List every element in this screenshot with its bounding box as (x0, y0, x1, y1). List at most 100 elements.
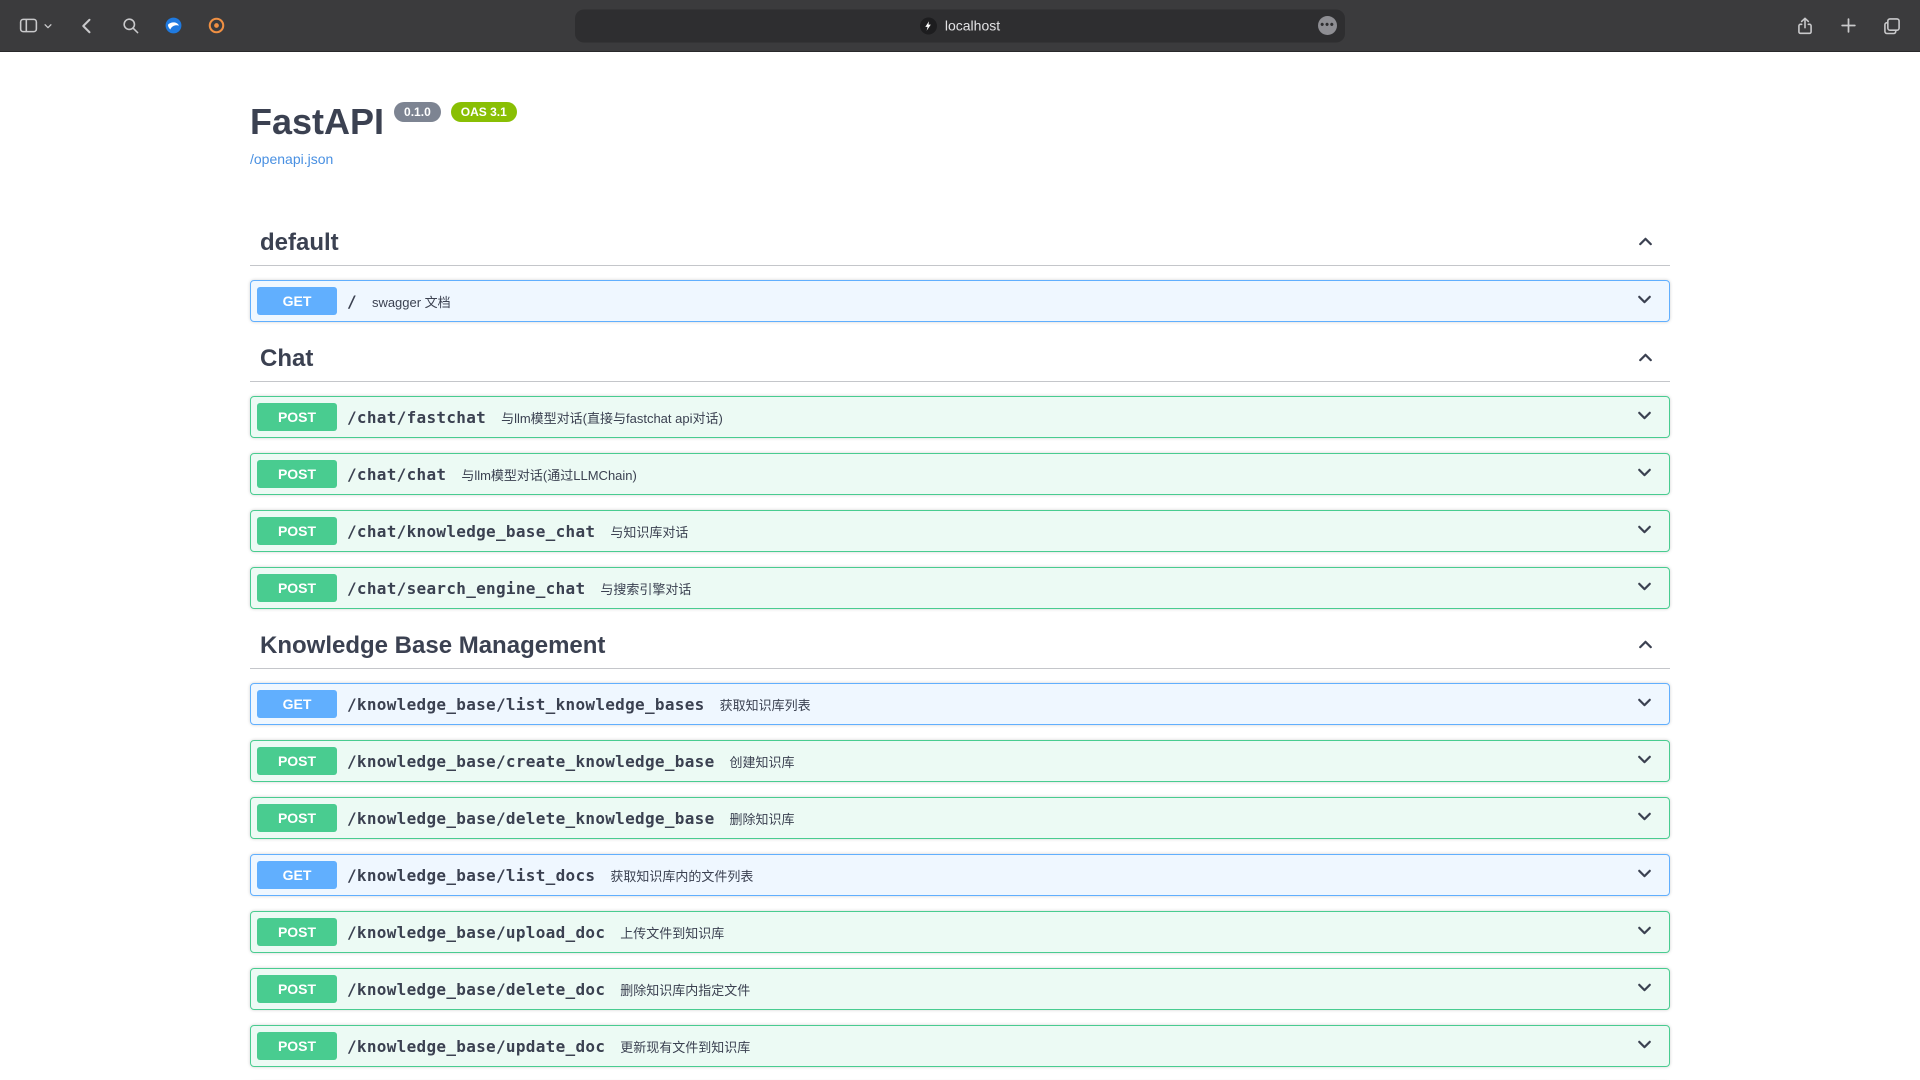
endpoint-summary: 上传文件到知识库 (620, 923, 724, 942)
collapse-section-button[interactable] (1635, 347, 1656, 371)
endpoint-row[interactable]: GET /knowledge_base/list_knowledge_bases… (250, 683, 1670, 725)
search-icon (121, 16, 140, 35)
endpoint-path: /knowledge_base/create_knowledge_base (347, 752, 715, 771)
method-badge: POST (257, 918, 337, 946)
endpoint-path: /chat/search_engine_chat (347, 579, 585, 598)
section-endpoints: GET / swagger 文档 (250, 280, 1670, 322)
endpoint-summary: 更新现有文件到知识库 (620, 1037, 750, 1056)
oas-badge: OAS 3.1 (451, 102, 517, 122)
endpoint-row[interactable]: GET / swagger 文档 (250, 280, 1670, 322)
toolbar-left-group (16, 13, 228, 38)
expand-endpoint-button[interactable] (1634, 806, 1663, 830)
chevron-down-icon (1634, 749, 1655, 773)
endpoint-row[interactable]: GET /knowledge_base/list_docs 获取知识库内的文件列… (250, 854, 1670, 896)
endpoint-row[interactable]: POST /chat/chat 与llm模型对话(通过LLMChain) (250, 453, 1670, 495)
collapse-section-button[interactable] (1635, 634, 1656, 658)
chevron-up-icon (1635, 231, 1656, 255)
expand-endpoint-button[interactable] (1634, 692, 1663, 716)
endpoint-summary: 获取知识库内的文件列表 (610, 866, 753, 885)
section-header[interactable]: Knowledge Base Management (250, 624, 1670, 669)
endpoint-row[interactable]: POST /knowledge_base/delete_doc 删除知识库内指定… (250, 968, 1670, 1010)
endpoint-summary: 与搜索引擎对话 (600, 579, 691, 598)
endpoint-summary: 删除知识库内指定文件 (620, 980, 750, 999)
chevron-down-icon (1634, 1034, 1655, 1058)
api-info: FastAPI 0.1.0 OAS 3.1 /openapi.json (250, 100, 1670, 169)
browser-toolbar: localhost ••• (0, 0, 1920, 52)
endpoint-path: /knowledge_base/delete_knowledge_base (347, 809, 715, 828)
expand-endpoint-button[interactable] (1634, 462, 1663, 486)
chevron-up-icon (1635, 634, 1656, 658)
section-header[interactable]: default (250, 221, 1670, 266)
sidebar-toggle-button[interactable] (16, 13, 55, 38)
endpoint-row[interactable]: POST /knowledge_base/update_doc 更新现有文件到知… (250, 1025, 1670, 1067)
chevron-down-icon (1634, 806, 1655, 830)
endpoint-summary: 与llm模型对话(直接与fastchat api对话) (501, 408, 723, 427)
method-badge: POST (257, 747, 337, 775)
endpoint-row[interactable]: POST /chat/search_engine_chat 与搜索引擎对话 (250, 567, 1670, 609)
chevron-up-icon (1635, 347, 1656, 371)
swagger-ui: FastAPI 0.1.0 OAS 3.1 /openapi.json defa… (230, 100, 1690, 1080)
expand-endpoint-button[interactable] (1634, 576, 1663, 600)
method-badge: POST (257, 517, 337, 545)
new-tab-button[interactable] (1837, 14, 1860, 37)
endpoint-path: / (347, 292, 357, 311)
address-bar[interactable]: localhost ••• (575, 9, 1345, 42)
version-badge: 0.1.0 (394, 102, 441, 122)
site-favicon-icon (920, 17, 937, 34)
toolbar-right-group (1793, 14, 1904, 38)
expand-endpoint-button[interactable] (1634, 1034, 1663, 1058)
page-more-options-button[interactable]: ••• (1318, 16, 1337, 35)
api-section-knowledge-base: Knowledge Base Management GET /knowledge… (250, 624, 1670, 1080)
tab-overview-icon (1882, 16, 1902, 36)
expand-endpoint-button[interactable] (1634, 863, 1663, 887)
api-section-default: default GET / swagger 文档 (250, 221, 1670, 322)
openapi-spec-link[interactable]: /openapi.json (250, 151, 333, 167)
endpoint-path: /knowledge_base/list_knowledge_bases (347, 695, 705, 714)
chevron-down-icon (1634, 920, 1655, 944)
chevron-down-icon (1634, 576, 1655, 600)
endpoint-row[interactable]: POST /chat/fastchat 与llm模型对话(直接与fastchat… (250, 396, 1670, 438)
endpoint-row[interactable]: POST /knowledge_base/delete_knowledge_ba… (250, 797, 1670, 839)
endpoint-summary: swagger 文档 (372, 292, 451, 311)
chevron-down-icon (1634, 462, 1655, 486)
url-text: localhost (945, 18, 1000, 34)
expand-endpoint-button[interactable] (1634, 405, 1663, 429)
endpoint-row[interactable]: POST /knowledge_base/create_knowledge_ba… (250, 740, 1670, 782)
search-button[interactable] (119, 14, 142, 37)
expand-endpoint-button[interactable] (1634, 519, 1663, 543)
sidebar-icon (18, 15, 39, 36)
browser-extension-blue-icon (164, 16, 183, 35)
endpoint-path: /knowledge_base/list_docs (347, 866, 595, 885)
api-title-row: FastAPI 0.1.0 OAS 3.1 (250, 100, 1670, 143)
method-badge: POST (257, 403, 337, 431)
back-chevron-icon (77, 16, 97, 36)
expand-endpoint-button[interactable] (1634, 289, 1663, 313)
expand-endpoint-button[interactable] (1634, 749, 1663, 773)
collapse-section-button[interactable] (1635, 231, 1656, 255)
browser-extension-orange-icon (207, 16, 226, 35)
endpoint-path: /chat/fastchat (347, 408, 486, 427)
endpoint-summary: 删除知识库 (730, 809, 795, 828)
chevron-down-icon (1634, 863, 1655, 887)
endpoint-row[interactable]: POST /chat/knowledge_base_chat 与知识库对话 (250, 510, 1670, 552)
method-badge: POST (257, 804, 337, 832)
share-button[interactable] (1793, 14, 1817, 38)
endpoint-path: /knowledge_base/delete_doc (347, 980, 605, 999)
extension-blue-button[interactable] (162, 14, 185, 37)
tab-overview-button[interactable] (1880, 14, 1904, 38)
back-button[interactable] (75, 14, 99, 38)
section-endpoints: POST /chat/fastchat 与llm模型对话(直接与fastchat… (250, 396, 1670, 609)
section-header[interactable]: Chat (250, 337, 1670, 382)
section-endpoints: GET /knowledge_base/list_knowledge_bases… (250, 683, 1670, 1080)
chevron-down-icon (1634, 692, 1655, 716)
share-icon (1795, 16, 1815, 36)
chevron-down-icon (1634, 977, 1655, 1001)
expand-endpoint-button[interactable] (1634, 920, 1663, 944)
endpoint-path: /chat/chat (347, 465, 446, 484)
expand-endpoint-button[interactable] (1634, 977, 1663, 1001)
endpoint-row[interactable]: POST /knowledge_base/upload_doc 上传文件到知识库 (250, 911, 1670, 953)
page-title: FastAPI (250, 100, 384, 143)
extension-orange-button[interactable] (205, 14, 228, 37)
endpoint-summary: 与知识库对话 (610, 522, 688, 541)
page-content: FastAPI 0.1.0 OAS 3.1 /openapi.json defa… (0, 52, 1920, 1080)
